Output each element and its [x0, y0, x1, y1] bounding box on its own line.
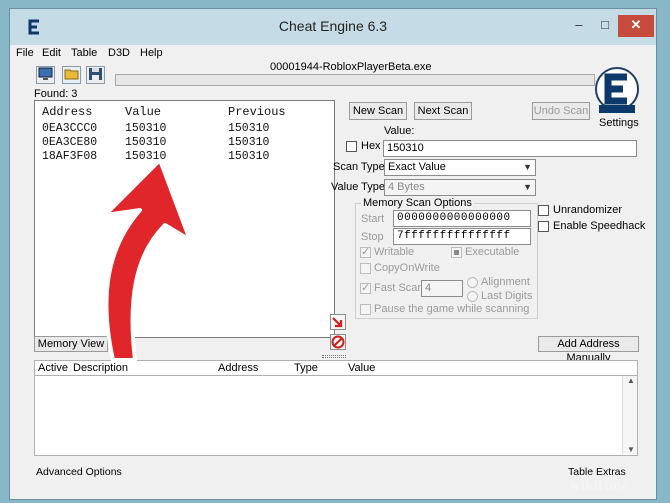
wikihow-watermark: wikiHow — [570, 478, 628, 494]
red-arrow-annotation — [103, 158, 192, 362]
